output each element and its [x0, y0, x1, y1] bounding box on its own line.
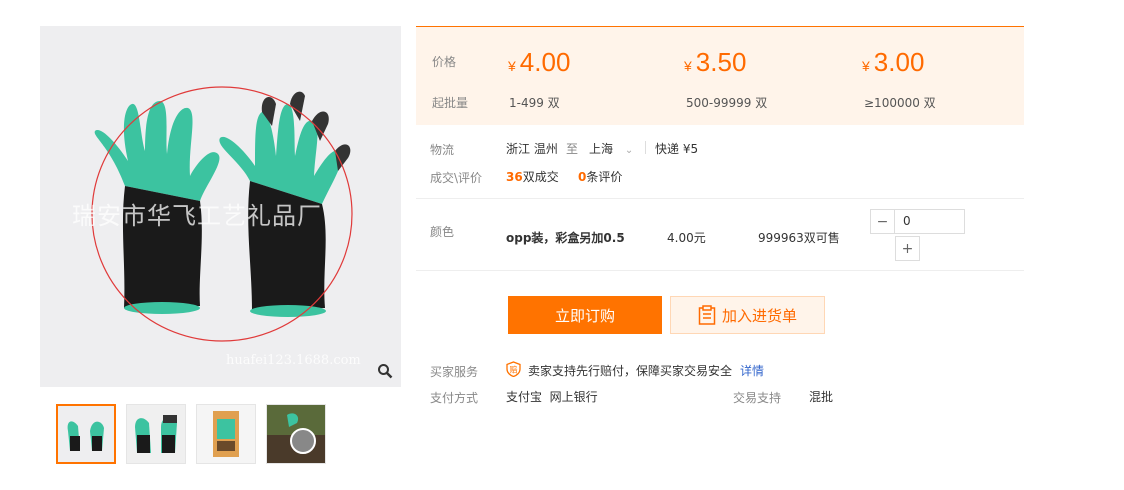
logistics-label: 物流 — [430, 143, 455, 157]
deal-count: 36 — [506, 170, 523, 184]
section-divider — [416, 270, 1024, 271]
deals-label: 成交\评价 — [430, 171, 483, 185]
quantity-stepper: − 0 — [870, 209, 965, 234]
express-fee: 快递 ¥5 — [655, 142, 699, 156]
thumbnail-2[interactable] — [126, 404, 186, 464]
sku-stock: 999963双可售 — [758, 231, 840, 245]
shield-icon: 赔 — [506, 361, 521, 380]
section-divider — [416, 198, 1024, 199]
service-text: 卖家支持先行赔付，保障买家交易安全 — [528, 364, 733, 378]
image-watermark: 瑞安市华飞工艺礼品厂 — [72, 202, 322, 230]
batch-tier-1: 1-499 双 — [509, 96, 560, 110]
thumbnail-1[interactable] — [56, 404, 116, 464]
sku-name: opp装，彩盒另加0.5 — [506, 231, 625, 245]
logistics-divider — [645, 141, 646, 154]
chevron-down-icon: ⌄ — [624, 145, 634, 156]
quantity-input[interactable]: 0 — [895, 209, 965, 234]
price-tier-3: ¥3.00 — [862, 47, 925, 77]
review-unit: 条评价 — [586, 170, 623, 184]
batch-tier-2: 500-99999 双 — [686, 96, 768, 110]
price-tier-1: ¥4.00 — [508, 47, 571, 77]
logistics-to-word: 至 — [566, 142, 579, 156]
trade-support-label: 交易支持 — [733, 391, 782, 405]
deal-count-link[interactable]: 36双成交 — [506, 168, 559, 185]
service-details-link[interactable]: 详情 — [740, 362, 764, 379]
color-label: 颜色 — [430, 225, 455, 239]
price-panel: 价格 起批量 ¥4.00 ¥3.50 ¥3.00 1-499 双 500-999… — [416, 26, 1024, 125]
buy-now-button[interactable]: 立即订购 — [508, 296, 662, 334]
thumbnail-4[interactable] — [266, 404, 326, 464]
clipboard-icon — [698, 305, 716, 325]
service-label: 买家服务 — [430, 365, 479, 379]
batch-label: 起批量 — [432, 96, 469, 110]
review-count-link[interactable]: 0条评价 — [578, 168, 622, 185]
batch-tier-3: ≥100000 双 — [864, 96, 936, 110]
thumbnail-strip — [56, 404, 326, 464]
zoom-icon[interactable] — [377, 363, 399, 385]
sku-price: 4.00元 — [667, 231, 706, 245]
deal-unit: 双成交 — [522, 170, 559, 184]
payment-label: 支付方式 — [430, 391, 479, 405]
product-main-image[interactable]: 瑞安市华飞工艺礼品厂 huafei123.1688.com — [40, 26, 401, 387]
price-label: 价格 — [432, 55, 457, 69]
add-to-cart-button[interactable]: 加入进货单 — [670, 296, 825, 334]
logistics-destination-select[interactable]: 上海 ⌄ — [589, 140, 633, 157]
price-tier-2: ¥3.50 — [684, 47, 747, 77]
trade-support-value: 混批 — [809, 390, 834, 404]
image-watermark-url: huafei123.1688.com — [226, 353, 361, 368]
thumbnail-3[interactable] — [196, 404, 256, 464]
svg-text:赔: 赔 — [510, 365, 518, 375]
logistics-from: 浙江 温州 — [506, 142, 558, 156]
quantity-plus-button[interactable]: + — [895, 236, 920, 261]
destination-value: 上海 — [589, 142, 614, 156]
payment-methods: 支付宝 网上银行 — [506, 390, 598, 404]
add-to-cart-label: 加入进货单 — [721, 306, 797, 325]
quantity-minus-button[interactable]: − — [870, 209, 895, 234]
